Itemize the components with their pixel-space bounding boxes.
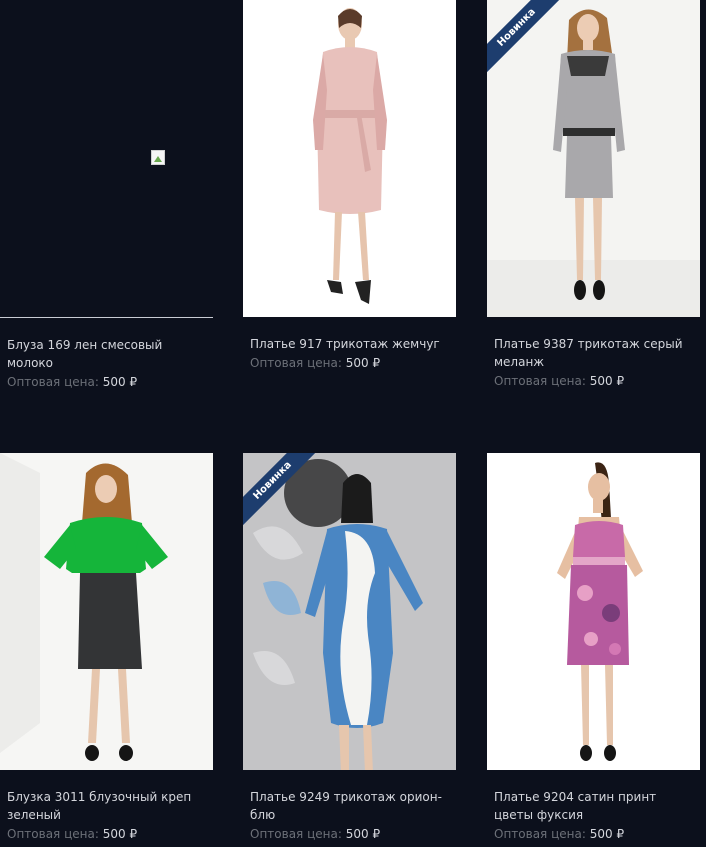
model-floral-dress-illustration <box>487 453 700 770</box>
product-price: Оптовая цена: 500 ₽ <box>0 373 213 391</box>
product-card[interactable]: Блузка 3011 блузочный креп зеленый Оптов… <box>0 453 213 843</box>
ruble-icon: ₽ <box>129 827 138 841</box>
price-label: Оптовая цена: <box>494 827 586 841</box>
price-value: 500 <box>589 374 613 388</box>
product-card[interactable]: Новинка Платье 9249 трикотаж орион-блю О… <box>243 453 456 843</box>
product-card[interactable]: Блуза 169 лен смесовый молоко Оптовая це… <box>0 0 213 391</box>
ruble-icon: ₽ <box>616 827 625 841</box>
product-price: Оптовая цена: 500 ₽ <box>487 372 700 390</box>
ruble-icon: ₽ <box>372 356 381 370</box>
model-pink-dress-illustration <box>243 0 456 317</box>
price-label: Оптовая цена: <box>7 375 99 389</box>
broken-image-icon <box>151 150 165 165</box>
product-image[interactable] <box>487 453 700 770</box>
product-grid: Блуза 169 лен смесовый молоко Оптовая це… <box>0 0 706 847</box>
product-price: Оптовая цена: 500 ₽ <box>243 825 456 843</box>
product-title[interactable]: Платье 917 трикотаж жемчуг <box>243 335 456 353</box>
product-card[interactable]: Новинка Платье 9387 трикотаж серый мелан… <box>487 0 700 390</box>
product-price: Оптовая цена: 500 ₽ <box>0 825 213 843</box>
ruble-icon: ₽ <box>129 375 138 389</box>
product-title[interactable]: Платье 9204 сатин принт цветы фуксия <box>487 788 700 824</box>
product-card[interactable]: Платье 917 трикотаж жемчуг Оптовая цена:… <box>243 0 456 372</box>
product-image[interactable]: Новинка <box>243 453 456 770</box>
price-value: 500 <box>102 375 126 389</box>
product-title[interactable]: Блуза 169 лен смесовый молоко <box>0 336 213 372</box>
price-label: Оптовая цена: <box>250 827 342 841</box>
model-green-blouse-illustration <box>0 453 213 770</box>
product-title[interactable]: Блузка 3011 блузочный креп зеленый <box>0 788 213 824</box>
price-label: Оптовая цена: <box>250 356 342 370</box>
product-image[interactable] <box>0 453 213 770</box>
product-price: Оптовая цена: 500 ₽ <box>487 825 700 843</box>
product-image[interactable] <box>243 0 456 317</box>
product-title[interactable]: Платье 9387 трикотаж серый меланж <box>487 335 700 371</box>
price-value: 500 <box>345 827 369 841</box>
product-image[interactable] <box>0 0 213 318</box>
ruble-icon: ₽ <box>372 827 381 841</box>
price-value: 500 <box>345 356 369 370</box>
product-card[interactable]: Платье 9204 сатин принт цветы фуксия Опт… <box>487 453 700 843</box>
price-value: 500 <box>102 827 126 841</box>
ruble-icon: ₽ <box>616 374 625 388</box>
price-label: Оптовая цена: <box>494 374 586 388</box>
price-label: Оптовая цена: <box>7 827 99 841</box>
model-blue-dress-illustration <box>243 453 456 770</box>
price-value: 500 <box>589 827 613 841</box>
model-grey-dress-illustration <box>487 0 700 317</box>
product-title[interactable]: Платье 9249 трикотаж орион-блю <box>243 788 456 824</box>
product-price: Оптовая цена: 500 ₽ <box>243 354 456 372</box>
product-image[interactable]: Новинка <box>487 0 700 317</box>
